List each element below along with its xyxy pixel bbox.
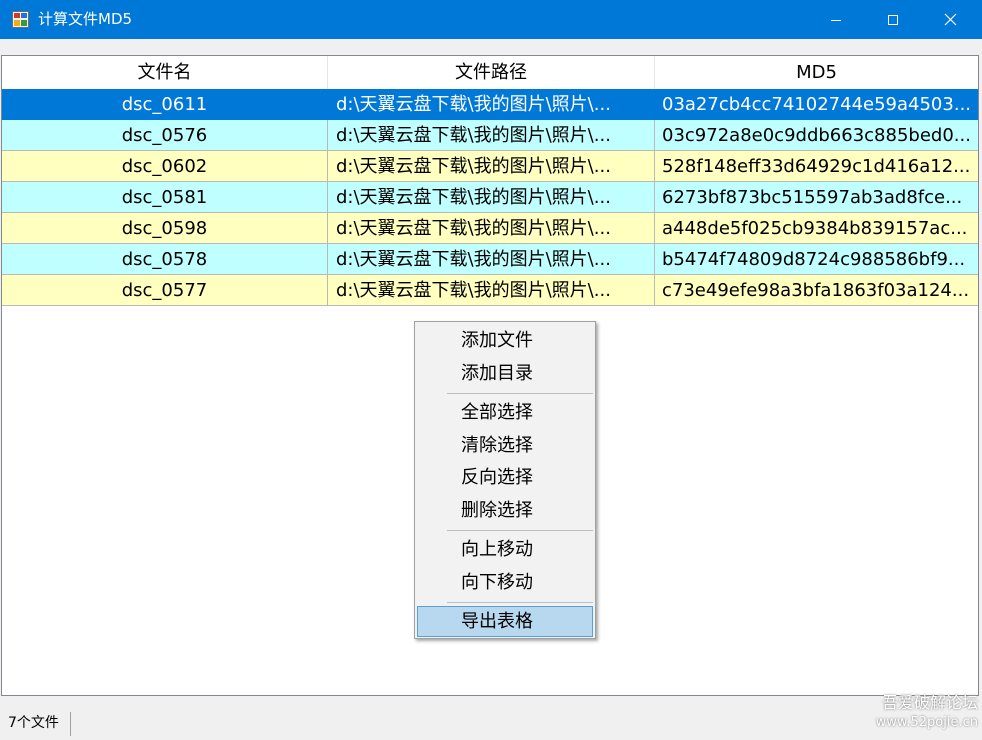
list-header: 文件名 文件路径 MD5 [2, 56, 978, 89]
minimize-button[interactable] [808, 0, 864, 39]
toolstrip [0, 39, 982, 55]
menu-separator [447, 393, 593, 394]
menu-item[interactable]: 删除选择 [417, 495, 593, 526]
cell-path: d:\天翼云盘下载\我的图片\照片\... [328, 120, 655, 151]
cell-filename: dsc_0578 [2, 244, 328, 275]
maximize-icon [888, 14, 898, 25]
status-divider [70, 712, 71, 736]
cell-md5: a448de5f025cb9384b839157ac... [655, 213, 978, 244]
cell-md5: 6273bf873bc515597ab3ad8fce... [655, 182, 978, 213]
cell-path: d:\天翼云盘下载\我的图片\照片\... [328, 182, 655, 213]
cell-filename: dsc_0581 [2, 182, 328, 213]
cell-md5: 528f148eff33d64929c1d416a12... [655, 151, 978, 182]
menu-item[interactable]: 添加目录 [417, 358, 593, 389]
window-title: 计算文件MD5 [38, 10, 133, 28]
cell-filename: dsc_0611 [2, 89, 328, 120]
cell-path: d:\天翼云盘下载\我的图片\照片\... [328, 244, 655, 275]
cell-filename: dsc_0576 [2, 120, 328, 151]
cell-filename: dsc_0602 [2, 151, 328, 182]
cell-path: d:\天翼云盘下载\我的图片\照片\... [328, 213, 655, 244]
menu-item[interactable]: 导出表格 [417, 606, 593, 637]
menu-separator [447, 602, 593, 603]
cell-md5: 03c972a8e0c9ddb663c885bed0... [655, 120, 978, 151]
table-row[interactable]: dsc_0602 d:\天翼云盘下载\我的图片\照片\... 528f148eff3… [2, 151, 978, 182]
column-header-path[interactable]: 文件路径 [328, 56, 655, 89]
table-row[interactable]: dsc_0581 d:\天翼云盘下载\我的图片\照片\... 6273bf873bc… [2, 182, 978, 213]
cell-path: d:\天翼云盘下载\我的图片\照片\... [328, 275, 655, 306]
table-row[interactable]: dsc_0598 d:\天翼云盘下载\我的图片\照片\... a448de5f025… [2, 213, 978, 244]
table-row[interactable]: dsc_0578 d:\天翼云盘下载\我的图片\照片\... b5474f74809… [2, 244, 978, 275]
menu-item[interactable]: 清除选择 [417, 430, 593, 461]
title-bar[interactable]: 计算文件MD5 [0, 0, 982, 39]
column-header-md5[interactable]: MD5 [655, 56, 978, 89]
column-header-filename[interactable]: 文件名 [2, 56, 328, 89]
menu-item[interactable]: 添加文件 [417, 325, 593, 356]
app-icon [12, 11, 29, 28]
watermark-url: www.52pojie.cn [875, 715, 978, 730]
menu-item[interactable]: 向下移动 [417, 567, 593, 598]
main-window: 计算文件MD5 文件名 文件路径 MD5 dsc_0611 d:\天翼云盘下载\我… [0, 0, 982, 740]
table-row[interactable]: dsc_0577 d:\天翼云盘下载\我的图片\照片\... c73e49efe98… [2, 275, 978, 306]
menu-item[interactable]: 反向选择 [417, 462, 593, 493]
menu-item[interactable]: 向上移动 [417, 534, 593, 565]
cell-path: d:\天翼云盘下载\我的图片\照片\... [328, 89, 655, 120]
cell-filename: dsc_0598 [2, 213, 328, 244]
cell-md5: c73e49efe98a3bfa1863f03a124... [655, 275, 978, 306]
menu-item[interactable]: 全部选择 [417, 397, 593, 428]
cell-md5: 03a27cb4cc74102744e59a4503... [655, 89, 978, 120]
close-button[interactable] [922, 0, 978, 39]
cell-path: d:\天翼云盘下载\我的图片\照片\... [328, 151, 655, 182]
minimize-icon [831, 19, 841, 21]
maximize-button[interactable] [865, 0, 921, 39]
close-icon [944, 13, 956, 26]
context-menu: 添加文件 添加目录全部选择 清除选择 反向选择 删除选择向上移动 向下移动导出表格 [414, 321, 596, 639]
cell-filename: dsc_0577 [2, 275, 328, 306]
cell-md5: b5474f74809d8724c988586bf9... [655, 244, 978, 275]
table-row[interactable]: dsc_0611 d:\天翼云盘下载\我的图片\照片\... 03a27cb4cc7… [2, 89, 978, 120]
menu-separator [447, 530, 593, 531]
watermark-text: 吾爱破解论坛 [881, 693, 978, 712]
status-bar: 7个文件 [0, 706, 982, 740]
file-count-label: 7个文件 [8, 715, 59, 731]
table-row[interactable]: dsc_0576 d:\天翼云盘下载\我的图片\照片\... 03c972a8e0c… [2, 120, 978, 151]
